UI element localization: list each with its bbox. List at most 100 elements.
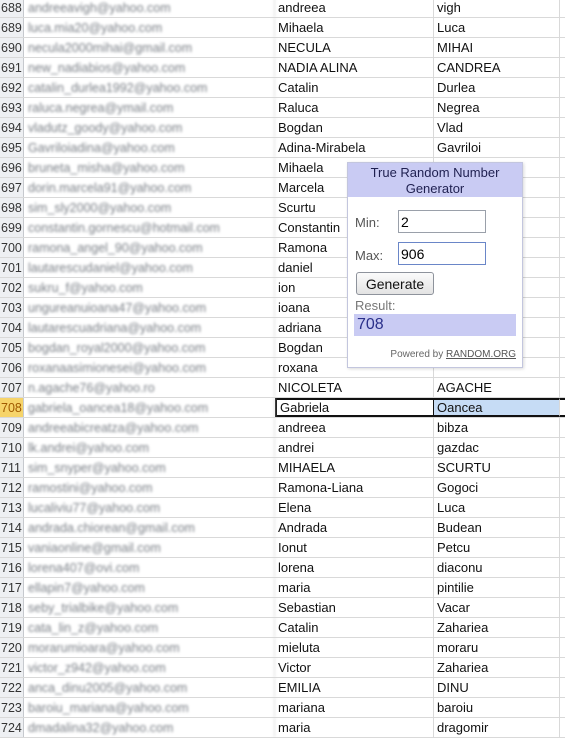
email-cell[interactable]: ramostini@yahoo.com [24, 478, 275, 497]
empty-cell[interactable] [560, 318, 565, 337]
last-name-cell[interactable]: Vacar [434, 598, 560, 617]
table-row[interactable]: 694 vladutz_goody@yahoo.com Bogdan Vlad [0, 118, 565, 138]
empty-cell[interactable] [560, 638, 565, 657]
email-cell[interactable]: sukru_f@yahoo.com [24, 278, 275, 297]
empty-cell[interactable] [560, 338, 565, 357]
table-row[interactable]: 723 baroiu_mariana@yahoo.com mariana baroiu [0, 698, 565, 718]
empty-cell[interactable] [560, 98, 565, 117]
table-row[interactable]: 713 lucaliviu77@yahoo.com Elena Luca [0, 498, 565, 518]
empty-cell[interactable] [560, 678, 565, 697]
first-name-cell[interactable]: NICOLETA [275, 378, 434, 397]
email-cell[interactable]: lautarescuadriana@yahoo.com [24, 318, 275, 337]
last-name-cell[interactable]: DINU [434, 678, 560, 697]
empty-cell[interactable] [560, 138, 565, 157]
first-name-cell[interactable]: Elena [275, 498, 434, 517]
empty-cell[interactable] [560, 298, 565, 317]
empty-cell[interactable] [560, 698, 565, 717]
email-cell[interactable]: raluca.negrea@ymail.com [24, 98, 275, 117]
last-name-cell[interactable]: Gogoci [434, 478, 560, 497]
first-name-cell[interactable]: Andrada [275, 518, 434, 537]
table-row[interactable]: 692 catalin_durlea1992@yahoo.com Catalin Du… [0, 78, 565, 98]
empty-cell[interactable] [560, 398, 565, 417]
email-cell[interactable]: bruneta_misha@yahoo.com [24, 158, 275, 177]
email-cell[interactable]: victor_z942@yahoo.com [24, 658, 275, 677]
last-name-cell[interactable]: MIHAI [434, 38, 560, 57]
table-row[interactable]: 708 gabriela_oancea18@yahoo.com Gabriela Oa… [0, 398, 565, 418]
first-name-cell[interactable]: EMILIA [275, 678, 434, 697]
email-cell[interactable]: lucaliviu77@yahoo.com [24, 498, 275, 517]
email-cell[interactable]: lautarescudaniel@yahoo.com [24, 258, 275, 277]
table-row[interactable]: 720 morarumioara@yahoo.com mieluta moraru [0, 638, 565, 658]
last-name-cell[interactable]: Durlea [434, 78, 560, 97]
last-name-cell[interactable]: diaconu [434, 558, 560, 577]
last-name-cell[interactable]: pintilie [434, 578, 560, 597]
last-name-cell[interactable]: SCURTU [434, 458, 560, 477]
last-name-cell[interactable]: dragomir [434, 718, 560, 737]
table-row[interactable]: 716 lorena407@ovi.com lorena diaconu [0, 558, 565, 578]
email-cell[interactable]: dorin.marcela91@yahoo.com [24, 178, 275, 197]
empty-cell[interactable] [560, 578, 565, 597]
last-name-cell[interactable]: Vlad [434, 118, 560, 137]
last-name-cell[interactable]: Petcu [434, 538, 560, 557]
table-row[interactable]: 710 lk.andrei@yahoo.com andrei gazdac [0, 438, 565, 458]
first-name-cell[interactable]: Mihaela [275, 18, 434, 37]
empty-cell[interactable] [560, 78, 565, 97]
empty-cell[interactable] [560, 18, 565, 37]
email-cell[interactable]: andreeavigh@yahoo.com [24, 0, 275, 17]
table-row[interactable]: 688 andreeavigh@yahoo.com andreea vigh [0, 0, 565, 18]
last-name-cell[interactable]: baroiu [434, 698, 560, 717]
table-row[interactable]: 712 ramostini@yahoo.com Ramona-Liana Gogoci [0, 478, 565, 498]
table-row[interactable]: 714 andrada.chiorean@gmail.com Andrada Bude… [0, 518, 565, 538]
empty-cell[interactable] [560, 38, 565, 57]
empty-cell[interactable] [560, 198, 565, 217]
first-name-cell[interactable]: Catalin [275, 618, 434, 637]
first-name-cell[interactable]: Victor [275, 658, 434, 677]
last-name-cell[interactable]: CANDREA [434, 58, 560, 77]
email-cell[interactable]: lorena407@ovi.com [24, 558, 275, 577]
first-name-cell[interactable]: Raluca [275, 98, 434, 117]
empty-cell[interactable] [560, 518, 565, 537]
empty-cell[interactable] [560, 658, 565, 677]
first-name-cell[interactable]: maria [275, 718, 434, 737]
email-cell[interactable]: new_nadiabios@yahoo.com [24, 58, 275, 77]
table-row[interactable]: 722 anca_dinu2005@yahoo.com EMILIA DINU [0, 678, 565, 698]
email-cell[interactable]: morarumioara@yahoo.com [24, 638, 275, 657]
email-cell[interactable]: sim_sly2000@yahoo.com [24, 198, 275, 217]
last-name-cell[interactable]: Luca [434, 498, 560, 517]
first-name-cell[interactable]: NADIA ALINA [275, 58, 434, 77]
last-name-cell[interactable]: gazdac [434, 438, 560, 457]
empty-cell[interactable] [560, 598, 565, 617]
first-name-cell[interactable]: Catalin [275, 78, 434, 97]
email-cell[interactable]: Gavriloiadina@yahoo.com [24, 138, 275, 157]
first-name-cell[interactable]: andrei [275, 438, 434, 457]
first-name-cell[interactable]: Adina-Mirabela [275, 138, 434, 157]
empty-cell[interactable] [560, 618, 565, 637]
empty-cell[interactable] [560, 278, 565, 297]
first-name-cell[interactable]: andreea [275, 418, 434, 437]
email-cell[interactable]: gabriela_oancea18@yahoo.com [24, 398, 275, 417]
last-name-cell[interactable]: AGACHE [434, 378, 560, 397]
email-cell[interactable]: vaniaonline@gmail.com [24, 538, 275, 557]
empty-cell[interactable] [560, 378, 565, 397]
last-name-cell[interactable]: Budean [434, 518, 560, 537]
last-name-cell[interactable]: Zahariea [434, 618, 560, 637]
table-row[interactable]: 719 cata_lin_z@yahoo.com Catalin Zahariea [0, 618, 565, 638]
email-cell[interactable]: ellapin7@yahoo.com [24, 578, 275, 597]
email-cell[interactable]: ramona_angel_90@yahoo.com [24, 238, 275, 257]
table-row[interactable]: 721 victor_z942@yahoo.com Victor Zahariea [0, 658, 565, 678]
random-org-link[interactable]: RANDOM.ORG [446, 349, 516, 360]
table-row[interactable]: 724 dmadalina32@yahoo.com maria dragomir [0, 718, 565, 738]
email-cell[interactable]: lk.andrei@yahoo.com [24, 438, 275, 457]
first-name-cell[interactable]: mariana [275, 698, 434, 717]
empty-cell[interactable] [560, 0, 565, 17]
last-name-cell[interactable]: Oancea [434, 398, 560, 417]
first-name-cell[interactable]: mieluta [275, 638, 434, 657]
first-name-cell[interactable]: MIHAELA [275, 458, 434, 477]
table-row[interactable]: 717 ellapin7@yahoo.com maria pintilie [0, 578, 565, 598]
table-row[interactable]: 689 luca.mia20@yahoo.com Mihaela Luca [0, 18, 565, 38]
empty-cell[interactable] [560, 718, 565, 737]
empty-cell[interactable] [560, 538, 565, 557]
email-cell[interactable]: n.agache76@yahoo.ro [24, 378, 275, 397]
email-cell[interactable]: andreeabicreatza@yahoo.com [24, 418, 275, 437]
table-row[interactable]: 691 new_nadiabios@yahoo.com NADIA ALINA CAN… [0, 58, 565, 78]
